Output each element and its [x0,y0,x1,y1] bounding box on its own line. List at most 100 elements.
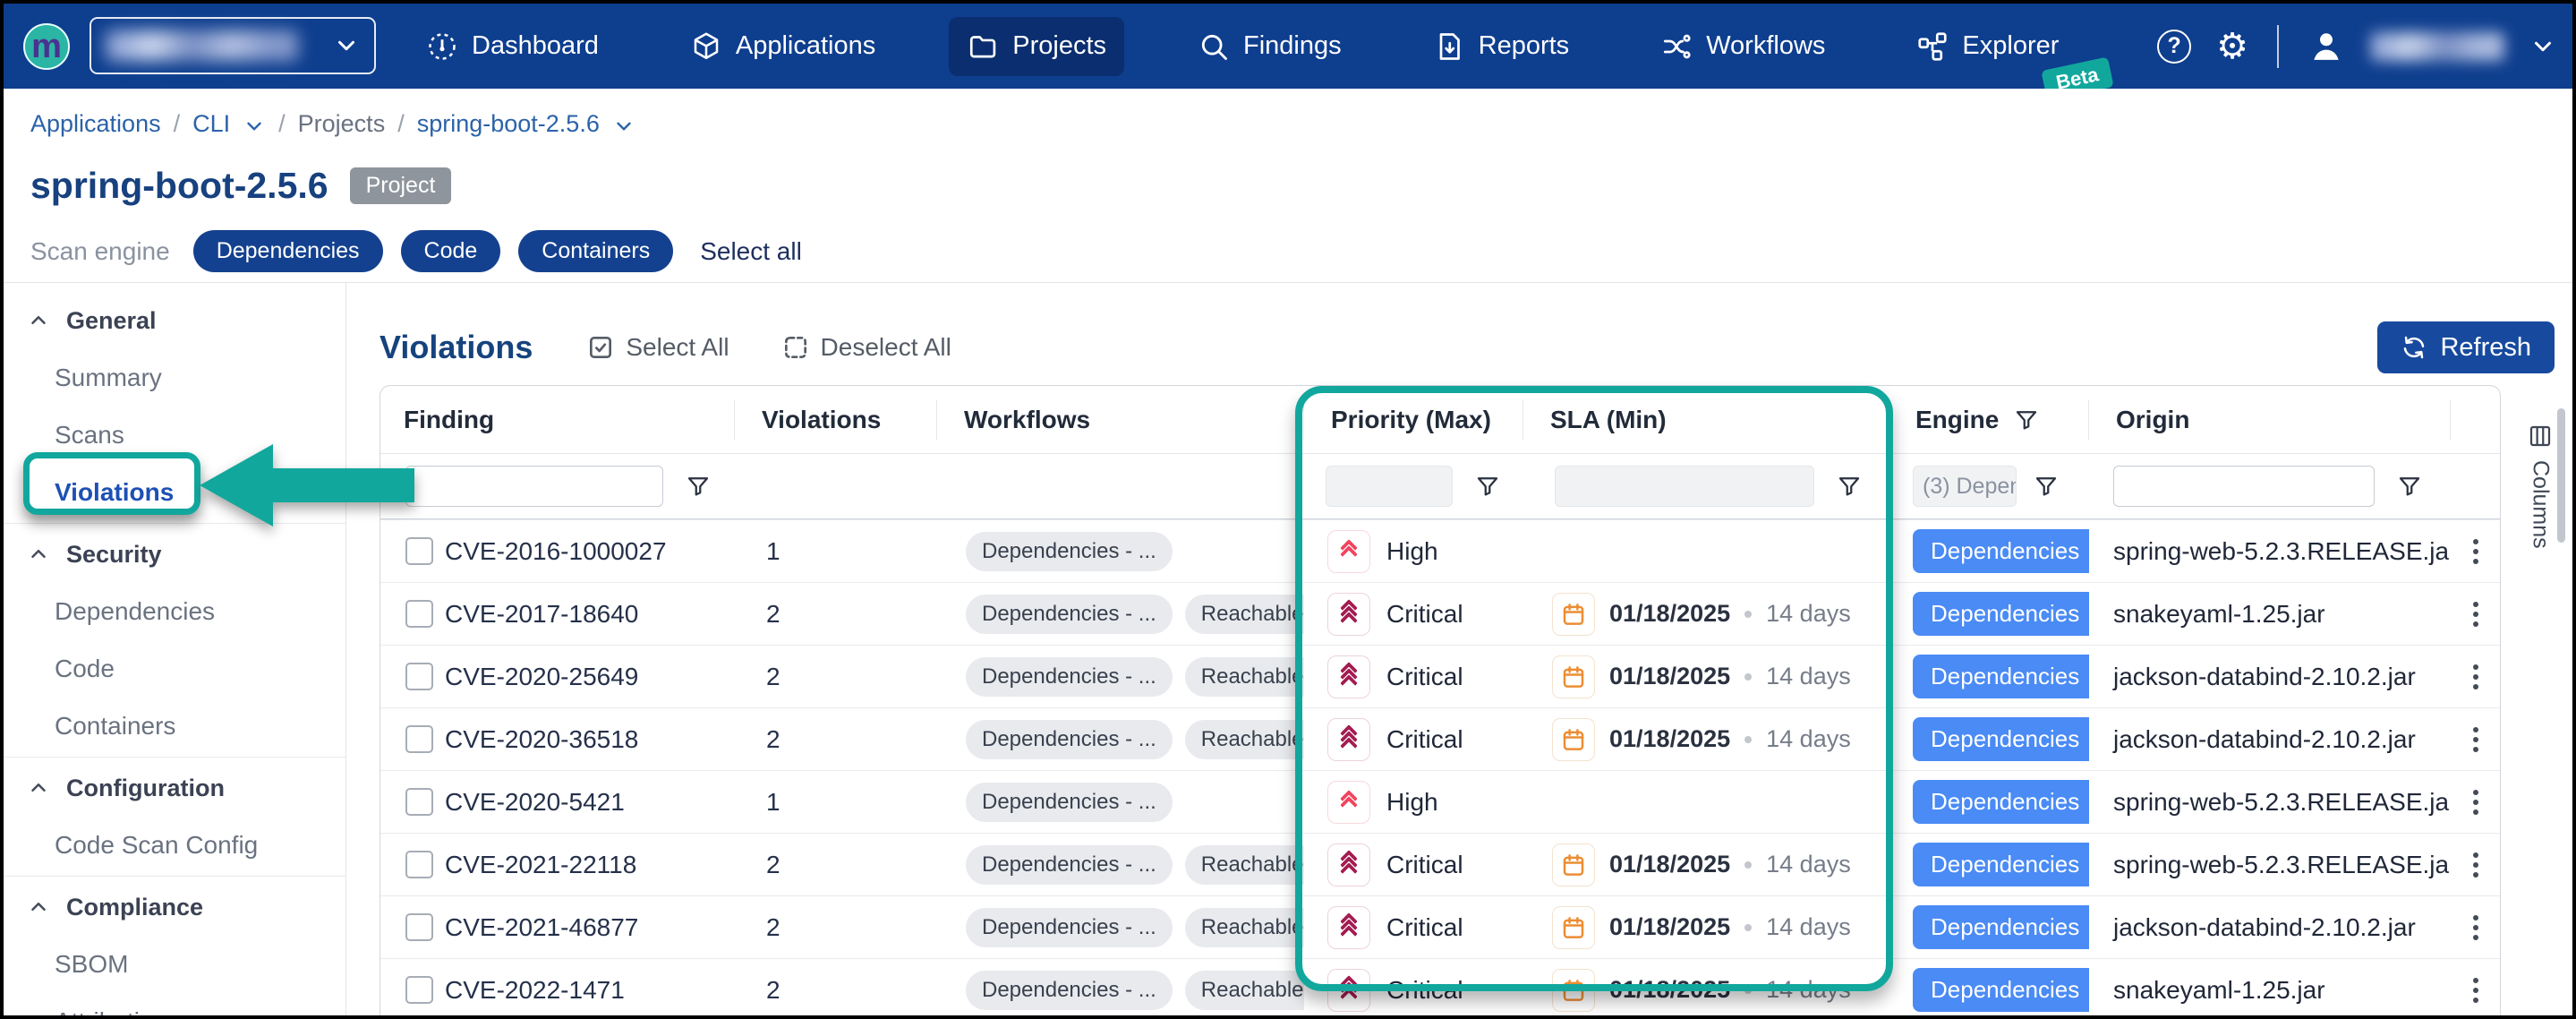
workflow-chip[interactable]: Reachable and C... [1185,657,1304,697]
nav-item-reports[interactable]: Reports [1415,17,1588,76]
filter-funnel-icon[interactable] [2013,407,2040,433]
origin-filename: spring-web-5.2.3.RELEASE.jar [2089,788,2451,817]
row-actions-kebab-icon[interactable] [2468,659,2484,695]
row-actions-kebab-icon[interactable] [2468,534,2484,569]
nav-item-dashboard[interactable]: Dashboard [408,17,617,76]
chevron-down-icon[interactable] [243,111,266,138]
deselect-all-button[interactable]: Deselect All [781,333,951,362]
column-header-violations[interactable]: Violations [735,400,937,440]
sidebar-section-compliance[interactable]: Compliance [4,878,345,936]
column-header-engine[interactable]: Engine [1889,400,2089,440]
row-checkbox[interactable] [405,600,433,628]
sidebar-section-general[interactable]: General [4,292,345,349]
finding-id[interactable]: CVE-2022-1471 [445,976,625,1005]
workflow-chip[interactable]: Dependencies - ... [966,908,1173,947]
filter-funnel-icon[interactable] [2396,473,2423,500]
workflow-chip[interactable]: Dependencies - ... [966,595,1173,634]
workflow-chip[interactable]: Dependencies - ... [966,532,1173,571]
finding-id[interactable]: CVE-2020-25649 [445,663,638,691]
workflow-chip[interactable]: Reachable and C... [1185,971,1304,1010]
sidebar-item-attribution[interactable]: Attribution [4,993,345,1019]
sidebar-item-scans[interactable]: Scans [4,407,345,464]
scan-engine-chip-code[interactable]: Code [401,230,501,272]
finding-filter-input[interactable] [405,466,663,507]
mend-logo-icon[interactable]: m [23,23,70,70]
row-actions-kebab-icon[interactable] [2468,972,2484,1008]
row-checkbox[interactable] [405,913,433,941]
row-actions-kebab-icon[interactable] [2468,722,2484,758]
workflow-chip[interactable]: Reachable and C... [1185,595,1304,634]
priority-high-icon [1327,530,1370,573]
org-selector-dropdown[interactable] [90,17,376,74]
column-header-priority[interactable]: Priority (Max) [1304,400,1523,440]
help-icon[interactable]: ? [2157,30,2191,64]
row-checkbox[interactable] [405,725,433,753]
scan-engine-select-all[interactable]: Select all [700,237,802,266]
user-avatar-icon[interactable] [2307,28,2345,65]
breadcrumb-cli[interactable]: CLI [192,110,230,138]
sidebar-item-code[interactable]: Code [4,640,345,698]
row-actions-kebab-icon[interactable] [2468,847,2484,883]
sidebar-section-configuration[interactable]: Configuration [4,759,345,817]
sidebar-item-violations[interactable]: Violations [4,464,345,521]
nav-item-findings[interactable]: Findings [1180,17,1360,76]
workflow-chip[interactable]: Reachable and C... [1185,720,1304,759]
sidebar-item-dependencies[interactable]: Dependencies [4,583,345,640]
finding-id[interactable]: CVE-2021-22118 [445,851,636,879]
column-header-origin[interactable]: Origin [2089,400,2451,440]
finding-id[interactable]: CVE-2020-5421 [445,788,625,817]
chevron-down-icon[interactable] [612,111,635,138]
sla-filter-input[interactable] [1555,466,1814,507]
sidebar-item-containers[interactable]: Containers [4,698,345,755]
breadcrumb-applications[interactable]: Applications [30,110,161,138]
vertical-scrollbar-thumb[interactable] [2557,408,2565,543]
column-header-workflows[interactable]: Workflows [937,400,1304,440]
sidebar-item-sbom[interactable]: SBOM [4,936,345,993]
sidebar-item-code-scan-config[interactable]: Code Scan Config [4,817,345,874]
column-header-sla[interactable]: SLA (Min) [1523,400,1889,440]
nav-item-workflows[interactable]: Workflows [1642,17,1843,76]
filter-funnel-icon[interactable] [1836,473,1863,500]
filter-funnel-icon[interactable] [1474,473,1501,500]
chevron-up-icon [27,776,50,800]
breadcrumb-project-name[interactable]: spring-boot-2.5.6 [417,110,600,138]
row-actions-kebab-icon[interactable] [2468,596,2484,632]
finding-id[interactable]: CVE-2016-1000027 [445,537,667,566]
gear-icon[interactable]: ⚙ [2216,29,2248,64]
row-checkbox[interactable] [405,851,433,878]
scan-engine-chip-dependencies[interactable]: Dependencies [193,230,383,272]
sla-date: 01/18/2025 [1609,725,1730,753]
workflow-chip[interactable]: Dependencies - ... [966,971,1173,1010]
filter-funnel-icon[interactable] [2033,473,2060,500]
priority-filter-input[interactable] [1326,466,1453,507]
select-all-button[interactable]: Select All [586,333,729,362]
engine-filter-input[interactable]: (3) Depend [1913,466,2017,507]
workflow-chip[interactable]: Reachable and C... [1185,845,1304,885]
sidebar-section-security[interactable]: Security [4,526,345,583]
workflow-chip[interactable]: Dependencies - ... [966,657,1173,697]
finding-id[interactable]: CVE-2017-18640 [445,600,638,629]
column-header-finding[interactable]: Finding [380,400,735,440]
filter-funnel-icon[interactable] [685,473,712,500]
row-actions-kebab-icon[interactable] [2468,910,2484,946]
nav-item-projects[interactable]: Projects [949,17,1124,76]
row-checkbox[interactable] [405,537,433,565]
refresh-button[interactable]: Refresh [2377,321,2555,373]
scan-engine-chip-containers[interactable]: Containers [518,230,673,272]
workflow-chip[interactable]: Dependencies - ... [966,845,1173,885]
workflow-chip[interactable]: Dependencies - ... [966,720,1173,759]
nav-item-applications[interactable]: Applications [672,17,893,76]
chevron-down-icon[interactable] [2529,33,2556,60]
row-checkbox[interactable] [405,976,433,1004]
workflow-chip[interactable]: Reachable and C... [1185,908,1304,947]
nav-item-explorer[interactable]: Explorer Beta [1898,17,2077,76]
finding-id[interactable]: CVE-2020-36518 [445,725,638,754]
origin-filter-input[interactable] [2113,466,2375,507]
finding-id[interactable]: CVE-2021-46877 [445,913,638,942]
sidebar-item-summary[interactable]: Summary [4,349,345,407]
row-actions-kebab-icon[interactable] [2468,784,2484,820]
nav-label: Workflows [1706,31,1825,61]
row-checkbox[interactable] [405,663,433,690]
row-checkbox[interactable] [405,788,433,816]
workflow-chip[interactable]: Dependencies - ... [966,783,1173,822]
